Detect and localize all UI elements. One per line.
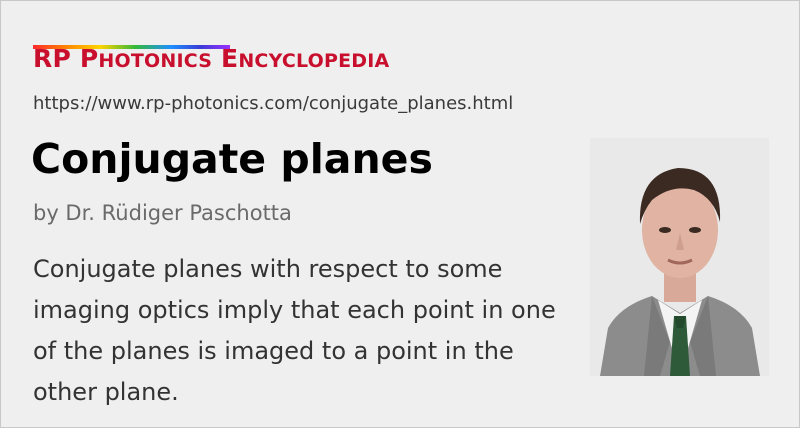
rainbow-bar xyxy=(33,45,230,49)
portrait-illustration xyxy=(590,138,769,376)
brand-logo[interactable]: RP PHOTONICS ENCYCLOPEDIA xyxy=(33,41,389,79)
page-description: Conjugate planes with respect to some im… xyxy=(33,255,556,406)
brand-word1-rest: HOTONICS xyxy=(98,50,213,72)
brand-word2-rest: NCYCLOPEDIA xyxy=(238,50,390,72)
author-byline: by Dr. Rüdiger Paschotta xyxy=(33,201,292,225)
preview-card: RP PHOTONICS ENCYCLOPEDIA https://www.rp… xyxy=(0,0,800,428)
page-title: Conjugate planes xyxy=(31,135,433,183)
page-url[interactable]: https://www.rp-photonics.com/conjugate_p… xyxy=(33,93,513,114)
author-portrait-photo xyxy=(590,138,769,376)
